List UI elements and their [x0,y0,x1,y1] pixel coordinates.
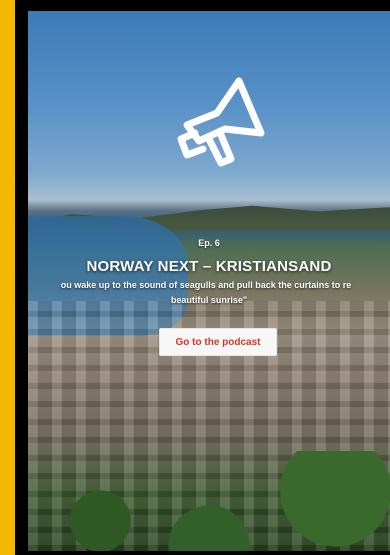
episode-number: Ep. 6 [198,238,220,248]
episode-quote-line-1: ou wake up to the sound of seagulls and … [60,280,352,290]
go-to-podcast-button[interactable]: Go to the podcast [159,328,277,356]
episode-title: NORWAY NEXT – KRISTIANSAND [86,258,332,275]
podcast-hero-card[interactable]: Ep. 6 NORWAY NEXT – KRISTIANSAND ou wake… [28,11,390,551]
background-trees [28,451,390,551]
episode-quote-line-2: beautiful sunrise" [170,295,248,305]
megaphone-icon [177,77,265,167]
episode-quote: ou wake up to the sound of seagulls and … [28,278,390,308]
